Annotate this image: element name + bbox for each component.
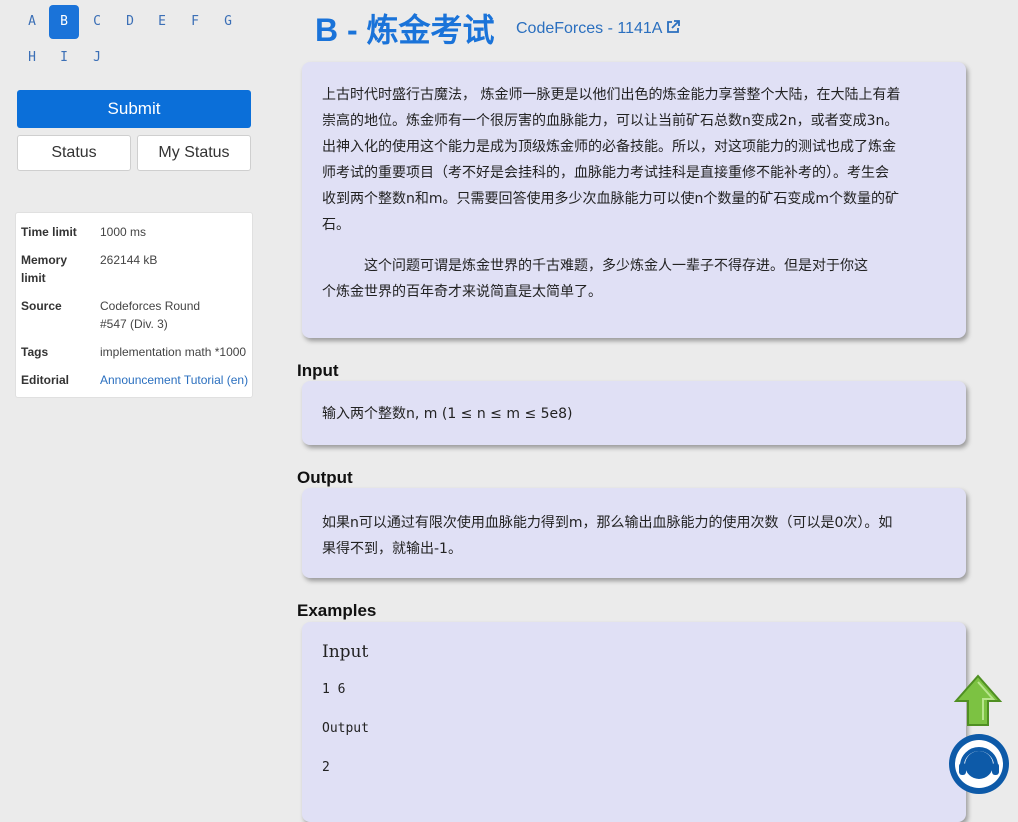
example-input-label: Input — [322, 642, 369, 662]
memory-limit-label: Memory limit — [21, 253, 68, 285]
desc-line: 崇高的地位。炼金师有一个很厉害的血脉能力，可以让当前矿石总数n变成2n，或者变成… — [322, 113, 899, 129]
problem-tab-i[interactable]: I — [49, 41, 79, 75]
description-paragraph-1: 上古时代时盛行古魔法， 炼金师一脉更是以他们出色的炼金能力享誉整个大陆，在大陆上… — [322, 82, 948, 238]
description-paragraph-2: 这个问题可谓是炼金世界的千古难题，多少炼金人一辈子不得存进。但是对于你这 个炼金… — [322, 253, 948, 305]
problem-tab-h[interactable]: H — [17, 41, 47, 75]
desc-line: 这个问题可谓是炼金世界的千古难题，多少炼金人一辈子不得存进。但是对于你这 — [322, 258, 868, 274]
example-input: 1 6 — [322, 682, 346, 697]
arrow-up-icon — [953, 674, 1003, 726]
my-status-button[interactable]: My Status — [137, 135, 251, 171]
tags-value: implementation math *1000 — [100, 345, 247, 359]
page-title: B - 炼金考试 — [315, 12, 495, 48]
desc-line: 个炼金世界的百年奇才来说简直是太简单了。 — [322, 284, 602, 300]
origin-link-label: CodeForces - 1141A — [516, 20, 662, 37]
desc-line: 收到两个整数n和m。只需要回答使用多少次血脉能力可以使n个数量的矿石变成m个数量… — [322, 191, 900, 207]
input-text: 输入两个整数n, m (1 ≤ n ≤ m ≤ 5e8) — [322, 406, 573, 422]
announcement-link[interactable]: Announcement — [100, 373, 181, 387]
source-label: Source — [21, 299, 62, 313]
example-output-label: Output — [322, 721, 369, 736]
output-card: 如果n可以通过有限次使用血脉能力得到m，那么输出血脉能力的使用次数（可以是0次）… — [302, 488, 966, 578]
time-limit-value: 1000 ms — [100, 225, 147, 239]
headset-icon — [949, 734, 1009, 794]
problem-tab-j[interactable]: J — [82, 41, 112, 75]
output-line: 果得不到，就输出-1。 — [322, 541, 462, 557]
tutorial-link[interactable]: Tutorial (en) — [184, 373, 248, 387]
output-heading: Output — [297, 468, 353, 487]
problem-info-panel: Time limit 1000 ms Memory limit 262144 k… — [15, 212, 253, 398]
editorial-label: Editorial — [21, 373, 70, 387]
desc-line: 上古时代时盛行古魔法， 炼金师一脉更是以他们出色的炼金能力享誉整个大陆，在大陆上… — [322, 87, 901, 103]
problem-tab-d[interactable]: D — [115, 5, 145, 39]
help-button[interactable] — [948, 733, 1010, 795]
submit-button[interactable]: Submit — [17, 90, 251, 128]
problem-tab-f[interactable]: F — [180, 5, 210, 39]
problem-tab-g[interactable]: G — [213, 5, 243, 39]
desc-line: 师考试的重要项目（考不好是会挂科的，血脉能力考试挂科是直接重修不能补考的）。考生… — [322, 165, 889, 181]
origin-link[interactable]: CodeForces - 1141A — [516, 20, 680, 38]
tags-label: Tags — [21, 345, 49, 359]
output-line: 如果n可以通过有限次使用血脉能力得到m，那么输出血脉能力的使用次数（可以是0次）… — [322, 515, 893, 531]
examples-card: Input 1 6 Output 2 — [302, 622, 966, 822]
problem-tab-b[interactable]: B — [49, 5, 79, 39]
input-heading: Input — [297, 361, 339, 380]
memory-limit-value: 262144 kB — [100, 253, 158, 267]
problem-tab-e[interactable]: E — [147, 5, 177, 39]
desc-line: 出神入化的使用这个能力是成为顶级炼金师的必备技能。所以，对这项能力的测试也成了炼… — [322, 139, 896, 155]
time-limit-label: Time limit — [21, 225, 77, 239]
source-value: Codeforces Round #547 (Div. 3) — [100, 299, 201, 331]
examples-heading: Examples — [297, 601, 377, 620]
output-text: 如果n可以通过有限次使用血脉能力得到m，那么输出血脉能力的使用次数（可以是0次）… — [322, 510, 948, 562]
input-card: 输入两个整数n, m (1 ≤ n ≤ m ≤ 5e8) — [302, 381, 966, 445]
problem-tab-a[interactable]: A — [17, 5, 47, 39]
back-to-top-button[interactable] — [953, 673, 1003, 729]
external-link-icon — [666, 20, 680, 37]
status-button[interactable]: Status — [17, 135, 131, 171]
desc-line: 石。 — [322, 217, 350, 233]
example-output: 2 — [322, 760, 330, 775]
description-card: 上古时代时盛行古魔法， 炼金师一脉更是以他们出色的炼金能力享誉整个大陆，在大陆上… — [302, 62, 966, 338]
editorial-links: Announcement Tutorial (en) — [100, 371, 252, 389]
problem-tab-c[interactable]: C — [82, 5, 112, 39]
